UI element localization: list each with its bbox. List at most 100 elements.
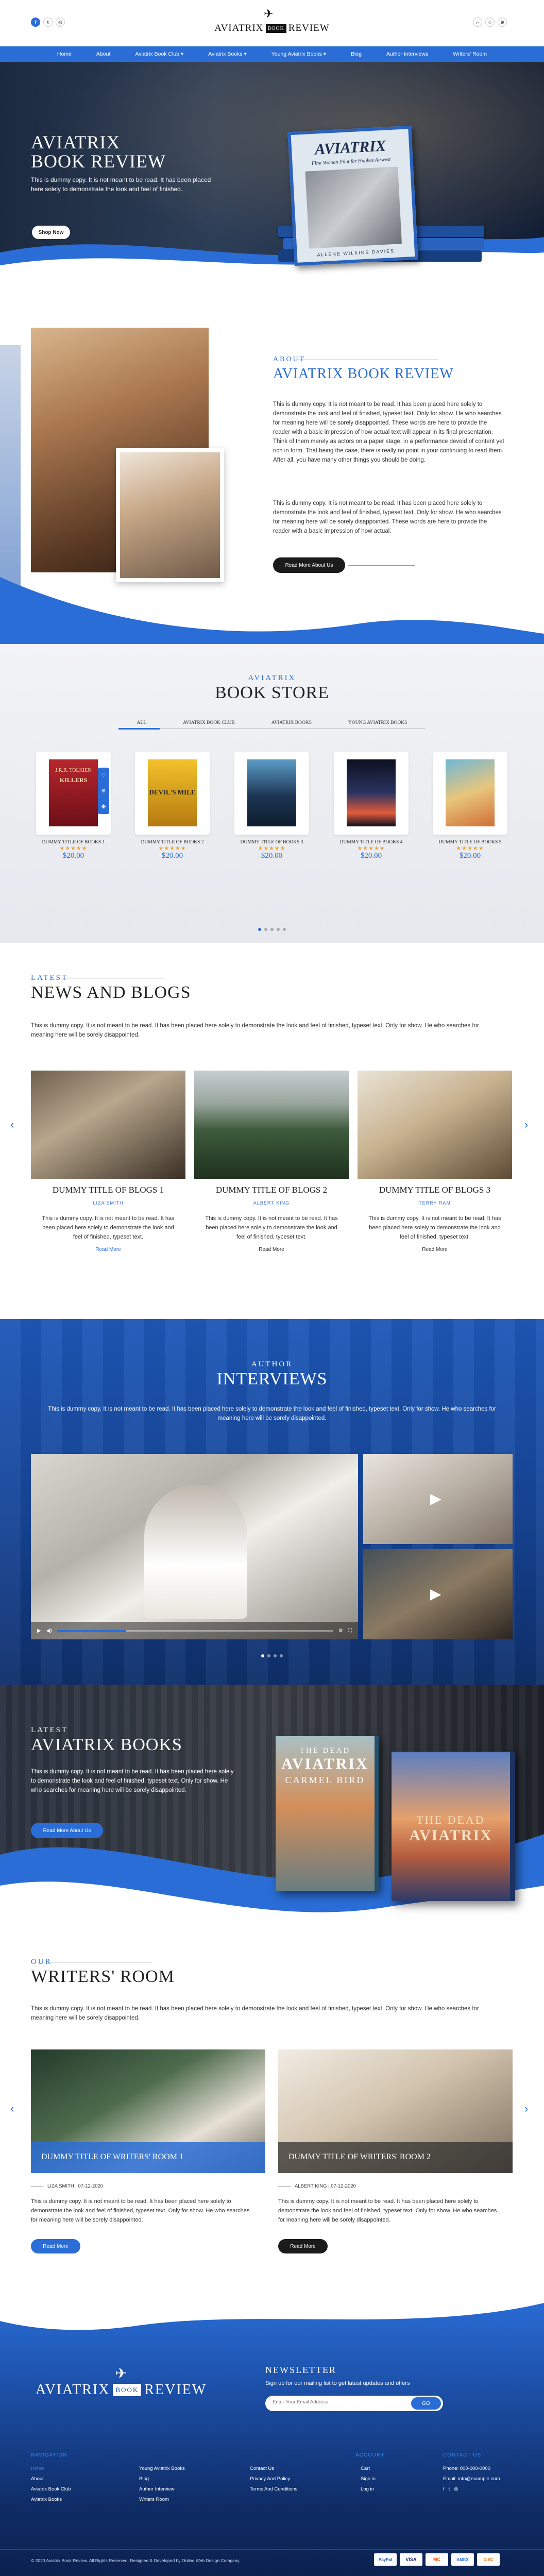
video-thumbnail[interactable]: ▶ [363,1454,513,1544]
book-card[interactable]: DEVIL'S MILE [135,752,210,835]
read-more-about-button[interactable]: Read More About Us [273,557,345,573]
footer-col-title: ACCOUNT [355,2452,385,2458]
blog-image[interactable] [194,1071,349,1179]
book-info: DUMMY TITLE OF BOOKS 1 ★★★★★ $20.00 [36,840,111,860]
logo-book-mark: BOOK [265,24,286,33]
newsletter-submit-button[interactable]: GO [411,2397,441,2410]
writers-room-read-more[interactable]: Read More [31,2239,80,2253]
writers-room-read-more[interactable]: Read More [278,2239,328,2253]
twitter-icon[interactable]: t [449,2484,450,2495]
book-cover-line: CARMEL BIRD [285,1775,365,1785]
writers-room-image[interactable]: DUMMY TITLE OF WRITERS' ROOM 1 [31,2049,265,2173]
footer-link-home[interactable]: Home [31,2464,71,2474]
nav-author-interviews[interactable]: Author Interviews [386,51,428,57]
facebook-icon[interactable]: f [31,18,40,27]
store-carousel-dots[interactable] [0,925,544,933]
eye-icon[interactable]: ◉ [101,804,106,809]
search-icon[interactable]: ⌕ [473,18,482,27]
footer-col-title: NAVIGATION [31,2452,67,2458]
blog-image[interactable] [31,1071,185,1179]
cart-icon[interactable]: ⊕ [101,788,106,794]
footer-logo[interactable]: ✈ AVIATRIX BOOK REVIEW [36,2365,206,2398]
nav-book-club[interactable]: Aviatrix Book Club ▾ [135,51,183,57]
news-intro: This is dummy copy. It is not meant to b… [31,1023,479,1038]
footer-link-aviatrix-books[interactable]: Aviatrix Books [31,2495,71,2505]
video-player-main[interactable]: ▶ ◀) ⚙ ⛶ [31,1454,358,1639]
carousel-next-arrow[interactable]: › [524,1118,528,1131]
blog-title[interactable]: DUMMY TITLE OF BLOGS 3 [358,1185,512,1195]
blog-image[interactable] [358,1071,512,1179]
store-tab-young-aviatrix[interactable]: YOUNG AVIATRIX BOOKS [348,720,407,725]
play-icon[interactable]: ▶ [430,1490,441,1507]
book-title[interactable]: DUMMY TITLE OF BOOKS 5 [433,840,507,845]
footer-link-contact[interactable]: Contact Us [250,2464,297,2474]
blog-read-more[interactable]: Read More [31,1247,185,1252]
book-cover-line: AVIATRIX [281,1755,369,1772]
footer-link-book-club[interactable]: Aviatrix Book Club [31,2484,71,2495]
writers-room-title[interactable]: DUMMY TITLE OF WRITERS' ROOM 1 [41,2153,183,2162]
blog-read-more[interactable]: Read More [194,1247,349,1252]
writers-room-title[interactable]: DUMMY TITLE OF WRITERS' ROOM 2 [288,2153,431,2162]
video-controls: ▶ ◀) ⚙ ⛶ [31,1622,358,1639]
logo-text-right: REVIEW [144,2382,207,2398]
featured-book-2[interactable]: THE DEAD AVIATRIX [392,1752,515,1901]
footer-link-writers-room[interactable]: Writers Room [139,2495,185,2505]
shop-now-button[interactable]: Shop Now [32,226,70,239]
footer-link-privacy[interactable]: Privacy And Policy [250,2474,297,2484]
store-tab-aviatrix-books[interactable]: AVIATRIX BOOKS [271,720,312,725]
fullscreen-icon[interactable]: ⛶ [348,1628,352,1634]
video-progress-bar[interactable] [57,1630,334,1632]
book-title[interactable]: DUMMY TITLE OF BOOKS 2 [135,840,210,845]
nav-writers-room[interactable]: Writers' Room [453,51,487,57]
book-title[interactable]: DUMMY TITLE OF BOOKS 4 [334,840,409,845]
footer-link-log-in[interactable]: Log in [361,2484,376,2495]
book-card[interactable] [234,752,309,835]
video-thumbnail[interactable]: ▶ [363,1549,513,1639]
carousel-prev-arrow[interactable]: ‹ [10,1118,14,1131]
play-icon[interactable]: ▶ [430,1585,441,1602]
footer-link-sign-in[interactable]: Sign in [361,2474,376,2484]
play-icon[interactable]: ▶ [37,1628,41,1634]
blog-title[interactable]: DUMMY TITLE OF BLOGS 1 [31,1185,185,1195]
store-tab-book-club[interactable]: AVIATRIX BOOK CLUB [183,720,235,725]
instagram-icon[interactable]: ◎ [454,2484,458,2495]
latest-books-read-more-button[interactable]: Read More About Us [31,1823,103,1838]
twitter-icon[interactable]: t [43,18,53,27]
footer-link-author-interview[interactable]: Author Interview [139,2484,185,2495]
blog-read-more[interactable]: Read More [358,1247,512,1252]
interviews-carousel-dots[interactable] [0,1652,544,1659]
volume-icon[interactable]: ◀) [46,1628,52,1634]
instagram-icon[interactable]: ◎ [56,18,65,27]
nav-young-aviatrix[interactable]: Young Aviatrix Books ▾ [271,51,326,57]
footer-link-terms[interactable]: Terms And Conditions [250,2484,297,2495]
book-title[interactable]: DUMMY TITLE OF BOOKS 1 [36,840,111,845]
carousel-next-arrow[interactable]: › [524,2102,528,2115]
nav-aviatrix-books[interactable]: Aviatrix Books ▾ [208,51,247,57]
footer-link-cart[interactable]: Cart [361,2464,376,2474]
nav-blog[interactable]: Blog [351,51,362,57]
user-icon[interactable]: ☺ [485,18,495,27]
featured-book-1[interactable]: THE DEAD AVIATRIX CARMEL BIRD [276,1736,379,1891]
store-tab-all[interactable]: ALL [137,720,146,725]
book-card[interactable] [433,752,507,835]
writers-room-image[interactable]: DUMMY TITLE OF WRITERS' ROOM 2 [278,2049,513,2173]
site-logo[interactable]: ✈ AVIATRIX BOOK REVIEW [211,7,333,39]
settings-icon[interactable]: ⚙ [338,1628,343,1634]
blog-title[interactable]: DUMMY TITLE OF BLOGS 2 [194,1185,349,1195]
newsletter-email-input[interactable] [273,2399,401,2405]
footer-link-about[interactable]: About [31,2474,71,2484]
nav-home[interactable]: Home [57,51,72,57]
book-card[interactable] [334,752,409,835]
store-tabs: ALL AVIATRIX BOOK CLUB AVIATRIX BOOKS YO… [118,720,426,729]
footer-link-blog[interactable]: Blog [139,2474,185,2484]
footer-email[interactable]: Email: info@example.com [443,2474,500,2484]
carousel-prev-arrow[interactable]: ‹ [10,2102,14,2115]
facebook-icon[interactable]: f [443,2484,445,2495]
heart-icon[interactable]: ♡ [101,773,106,778]
cart-icon[interactable]: ⊕ [498,18,507,27]
discover-icon: DISC [477,2553,500,2566]
nav-about[interactable]: About [96,51,110,57]
footer-link-young-aviatrix[interactable]: Young Aviatrix Books [139,2464,185,2474]
footer: ✈ AVIATRIX BOOK REVIEW NEWSLETTER Sign u… [0,2298,544,2576]
book-title[interactable]: DUMMY TITLE OF BOOKS 3 [234,840,309,845]
